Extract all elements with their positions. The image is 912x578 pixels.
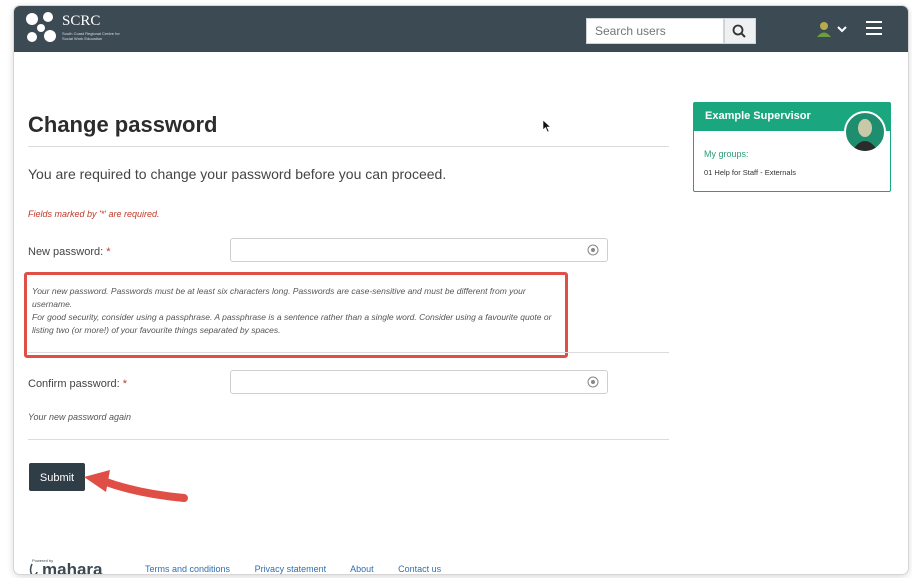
my-groups-link[interactable]: My groups: xyxy=(704,149,749,159)
confirm-password-description: Your new password again xyxy=(28,412,132,422)
avatar[interactable] xyxy=(844,111,886,153)
user-icon xyxy=(817,22,847,37)
terms-link[interactable]: Terms and conditions xyxy=(145,564,230,574)
mahara-logo-icon: Powered by mahara xyxy=(29,558,103,574)
annotation-arrow-icon xyxy=(84,470,188,502)
section-divider xyxy=(28,439,669,440)
mahara-logo[interactable]: Powered by mahara xyxy=(28,556,134,574)
privacy-link[interactable]: Privacy statement xyxy=(255,564,327,574)
intro-text: You are required to change your password… xyxy=(28,166,447,182)
hamburger-icon[interactable] xyxy=(866,21,882,35)
site-logo[interactable]: SCRC South Coast Regional Centre for Soc… xyxy=(24,10,134,46)
group-link[interactable]: 01 Help for Staff - Externals xyxy=(704,168,796,177)
mahara-wordmark: mahara xyxy=(42,560,103,574)
required-marker: * xyxy=(122,378,128,390)
about-link[interactable]: About xyxy=(350,564,374,574)
submit-button[interactable]: Submit xyxy=(29,463,85,491)
new-password-description: Your new password. Passwords must be at … xyxy=(32,286,526,309)
page-title: Change password xyxy=(28,112,218,137)
show-password-icon[interactable] xyxy=(587,244,599,256)
show-password-icon[interactable] xyxy=(587,376,599,388)
required-fields-note: Fields marked by '*' are required. xyxy=(28,209,160,219)
passphrase-advice: For good security, consider using a pass… xyxy=(32,312,552,335)
logo-title: SCRC xyxy=(62,13,101,29)
footer-links: Terms and conditions Privacy statement A… xyxy=(145,564,463,574)
search-button[interactable] xyxy=(724,18,756,44)
contact-link[interactable]: Contact us xyxy=(398,564,441,574)
confirm-password-label: Confirm password: * xyxy=(28,378,127,390)
confirm-password-field[interactable] xyxy=(230,370,608,394)
confirm-password-label-text: Confirm password: xyxy=(28,378,120,390)
password-hint-annotation: Your new password. Passwords must be at … xyxy=(24,272,568,358)
search-icon xyxy=(732,24,746,38)
required-marker: * xyxy=(106,246,111,258)
logo-subtitle: South Coast Regional Centre for Social W… xyxy=(62,31,120,41)
new-password-field[interactable] xyxy=(230,238,608,262)
browser-window: SCRC South Coast Regional Centre for Soc… xyxy=(14,6,908,574)
user-menu-button[interactable] xyxy=(816,20,854,40)
search-users-input[interactable] xyxy=(586,18,724,44)
profile-sidebar-block: Example Supervisor My groups: 01 Help fo… xyxy=(693,102,891,192)
avatar-icon xyxy=(852,119,878,151)
logo-dots-icon xyxy=(26,12,56,42)
title-divider xyxy=(28,146,669,147)
new-password-label: New password: * xyxy=(28,246,111,258)
new-password-label-text: New password: xyxy=(28,246,104,258)
section-divider xyxy=(28,352,669,353)
mouse-cursor-icon xyxy=(542,119,552,133)
top-navigation-bar: SCRC South Coast Regional Centre for Soc… xyxy=(14,6,908,52)
